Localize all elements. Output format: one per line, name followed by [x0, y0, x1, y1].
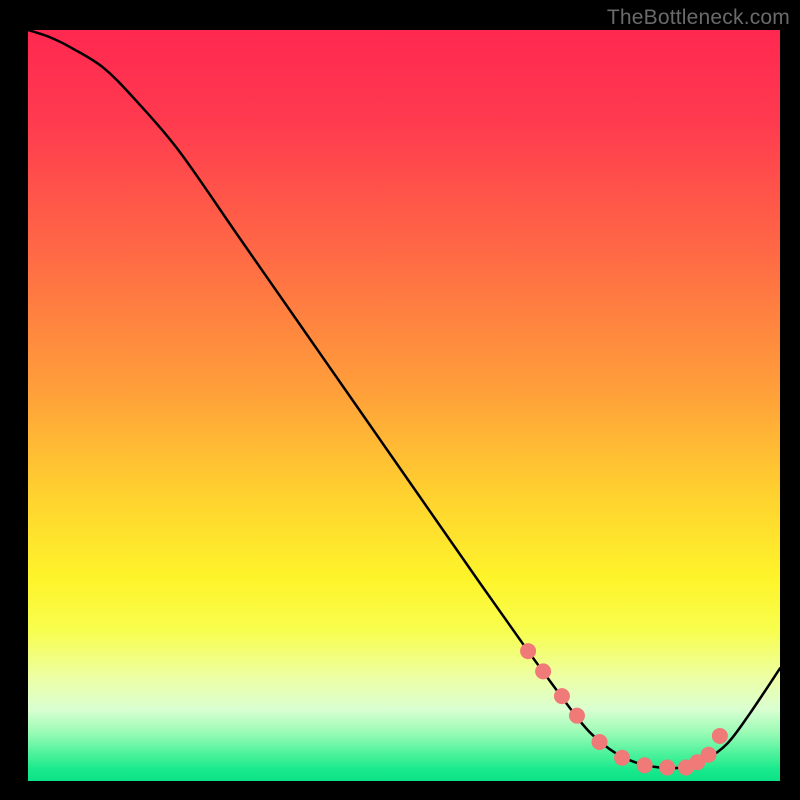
curve-marker	[614, 750, 630, 766]
curve-marker	[712, 728, 728, 744]
curve-marker	[520, 643, 536, 659]
curve-layer	[28, 30, 780, 781]
curve-marker	[659, 759, 675, 775]
bottleneck-curve	[28, 30, 780, 768]
curve-markers	[520, 643, 728, 775]
chart-stage: TheBottleneck.com	[0, 0, 800, 800]
plot-area	[28, 30, 780, 781]
curve-marker	[554, 688, 570, 704]
curve-marker	[535, 663, 551, 679]
watermark-text: TheBottleneck.com	[607, 6, 790, 30]
curve-marker	[592, 734, 608, 750]
curve-marker	[637, 757, 653, 773]
curve-marker	[701, 747, 717, 763]
curve-marker	[569, 708, 585, 724]
